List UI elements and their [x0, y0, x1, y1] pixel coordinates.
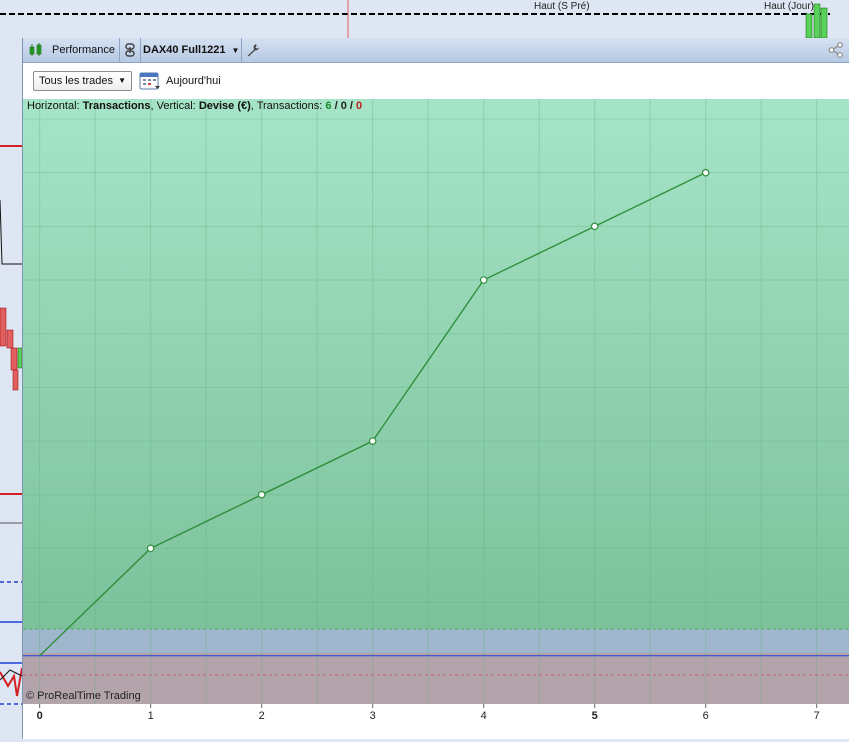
x-tick-label: 7 — [814, 710, 820, 722]
strategy-name: DAX40 Full1221 — [143, 44, 226, 56]
copyright-text: © ProRealTime Trading — [26, 690, 141, 702]
x-tick-label: 2 — [259, 710, 265, 722]
data-point — [368, 437, 377, 445]
panel-toolbar: Tous les trades ▼ Aujourd'hui — [23, 63, 849, 100]
wrench-icon — [247, 44, 259, 57]
data-point — [257, 490, 266, 499]
neutral-band — [23, 629, 849, 653]
chevron-down-icon: ▼ — [231, 45, 240, 55]
negative-band — [23, 653, 849, 704]
transactions-label: , Transactions: — [250, 100, 323, 112]
horizontal-value: Transactions — [82, 100, 151, 112]
panel-title: Performance — [52, 44, 115, 56]
horizontal-label: Horizontal: — [27, 100, 80, 112]
x-tick-label: 0 — [37, 710, 43, 722]
today-label: Aujourd'hui — [166, 75, 221, 87]
data-point — [479, 276, 488, 284]
trade-filter-value: Tous les trades — [39, 75, 113, 87]
strategy-selector[interactable]: DAX40 Full1221 ▼ — [141, 38, 242, 62]
performance-panel: Performance DAX40 Full1221 ▼ Tous les tr… — [22, 38, 849, 739]
share-icon[interactable] — [828, 42, 844, 58]
vertical-label: , Vertical: — [150, 100, 196, 112]
separator: / — [346, 100, 356, 112]
candlestick-icon — [29, 43, 42, 56]
today-button[interactable]: Aujourd'hui — [139, 70, 221, 92]
link-icon — [125, 43, 135, 57]
separator: / — [331, 100, 341, 112]
positive-area — [23, 99, 849, 629]
link-button[interactable] — [120, 38, 141, 62]
panel-titlebar: Performance DAX40 Full1221 ▼ — [23, 38, 849, 63]
data-point — [701, 168, 710, 177]
bg-label-haut-pre: Haut (S Pré) — [534, 1, 590, 12]
x-tick-label: 3 — [370, 710, 376, 722]
performance-chart: 0 1 2 3 4 5 6 7 Horizontal: Transactions, Verti… — [23, 99, 849, 739]
trade-filter-dropdown[interactable]: Tous les trades ▼ — [33, 71, 132, 91]
losing-count: 0 — [356, 100, 363, 112]
x-tick-label: 6 — [703, 710, 709, 722]
bg-label-haut-jour: Haut (Jour) — [764, 1, 815, 12]
data-point — [146, 544, 155, 553]
calendar-icon — [139, 72, 160, 90]
settings-button[interactable] — [242, 38, 264, 62]
data-point — [590, 222, 599, 231]
x-tick-label: 1 — [148, 710, 154, 722]
chevron-down-icon: ▼ — [118, 76, 126, 85]
vertical-value: Devise (€) — [198, 100, 251, 112]
x-tick-label: 4 — [481, 710, 487, 722]
x-tick-label: 5 — [592, 710, 598, 722]
chart-plot: 0 1 2 3 4 5 6 7 — [23, 99, 849, 739]
chart-header: Horizontal: Transactions, Vertical: Devi… — [27, 100, 362, 112]
panel-title-section: Performance — [23, 38, 120, 62]
